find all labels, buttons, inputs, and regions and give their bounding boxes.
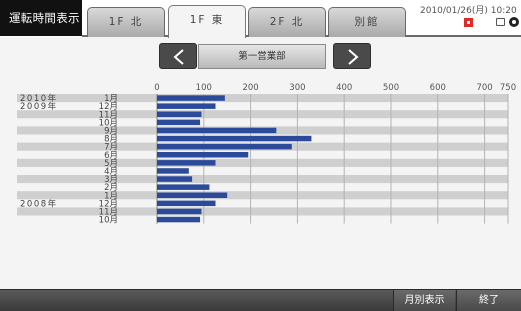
row-stripe — [17, 110, 508, 119]
x-tick-label: 500 — [383, 83, 399, 93]
bar — [157, 192, 228, 198]
bar — [157, 111, 202, 117]
bar — [157, 184, 210, 190]
tab-1f-north[interactable]: 1F 北 — [87, 7, 165, 37]
bar — [157, 208, 202, 215]
app-title: 運転時間表示 — [0, 0, 82, 36]
bar — [157, 168, 189, 174]
x-tick-label: 0 — [154, 83, 159, 93]
bar — [157, 143, 292, 150]
bar — [157, 160, 216, 166]
bar — [157, 95, 225, 101]
bar — [157, 135, 312, 142]
power-icon — [509, 17, 519, 27]
x-tick-label: 700 — [476, 83, 492, 93]
x-tick-label: 100 — [196, 83, 212, 93]
monthly-view-button[interactable]: 月別表示 — [393, 290, 455, 311]
row-stripe — [17, 158, 508, 167]
x-tick-label: 600 — [430, 83, 446, 93]
x-tick-label: 750 — [500, 83, 516, 93]
x-tick-label: 300 — [289, 83, 305, 93]
x-tick-label: 200 — [242, 83, 258, 93]
tab-annex[interactable]: 別館 — [328, 7, 406, 37]
bar — [157, 200, 216, 207]
flag-icon — [464, 18, 473, 27]
row-stripe — [17, 207, 508, 216]
bar — [157, 127, 277, 134]
end-button[interactable]: 終了 — [456, 290, 521, 311]
year-label: 2008年 — [20, 198, 58, 209]
x-tick-label: 400 — [336, 83, 352, 93]
bar — [157, 216, 201, 223]
footer-bar: 月別表示 終了 — [0, 289, 521, 311]
bar — [157, 152, 249, 158]
bar — [157, 103, 216, 109]
tab-1f-east[interactable]: 1F 東 — [168, 5, 246, 38]
bar — [157, 176, 193, 182]
month-label: 10月 — [99, 216, 118, 226]
year-label: 2009年 — [20, 101, 58, 112]
row-stripe — [17, 94, 508, 103]
operating-hours-chart: 0 100 200 300 400 500 600 700 7502010年 1月2009年 12月… — [17, 83, 516, 226]
row-stripe — [17, 191, 508, 200]
row-stripe — [17, 175, 508, 184]
tab-2f-north[interactable]: 2F 北 — [248, 7, 326, 37]
pc-icon — [496, 18, 505, 26]
content-area: 第一営業部 0 100 200 300 400 500 600 700 750 2010年 1月 20… — [0, 37, 521, 289]
status-icons — [462, 15, 521, 31]
bar — [157, 119, 201, 126]
